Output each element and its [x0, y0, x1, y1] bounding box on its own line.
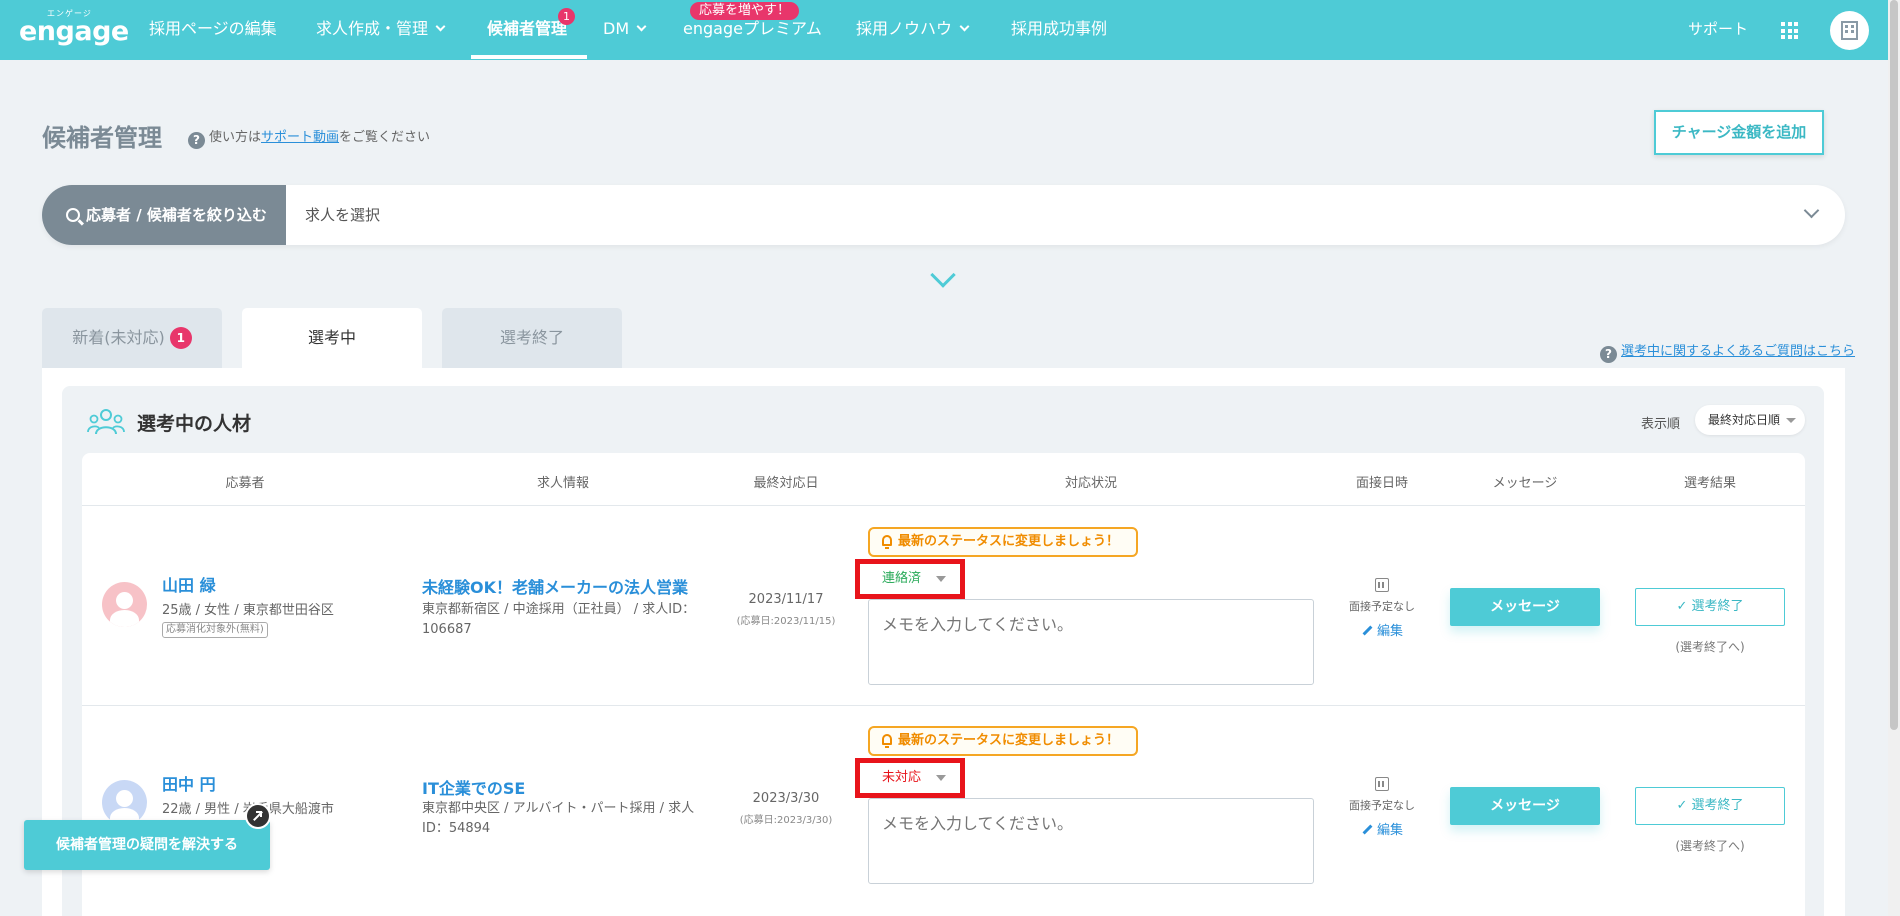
bell-icon: [882, 734, 892, 748]
bell-icon: [882, 535, 892, 549]
tab-in-selection[interactable]: 選考中: [242, 308, 422, 368]
chevron-down-icon: [959, 21, 970, 32]
applied-date: (応募日:2023/11/15): [736, 616, 836, 627]
nav-support[interactable]: サポート: [1688, 0, 1748, 60]
memo-input[interactable]: [868, 798, 1314, 884]
status-select[interactable]: 連絡済: [855, 559, 965, 599]
help-icon: ?: [1600, 346, 1617, 363]
finish-selection-note: (選考終了へ): [1675, 640, 1745, 654]
last-action-date: 2023/11/17: [748, 592, 824, 607]
memo-input[interactable]: [868, 599, 1314, 685]
edit-interview-link[interactable]: 編集: [1362, 819, 1403, 838]
job-title-link[interactable]: IT企業でのSE: [422, 775, 525, 799]
candidate-name[interactable]: 山田 緑: [162, 572, 216, 596]
section-title: 選考中の人材: [137, 413, 252, 435]
applied-date: (応募日:2023/3/30): [739, 815, 833, 826]
header-selection-result: 選考結果: [1683, 476, 1737, 491]
page-title: 候補者管理: [42, 124, 162, 152]
interview-none: 面接予定なし: [1349, 799, 1415, 812]
expand-filters-chevron-icon[interactable]: [930, 262, 956, 288]
row-divider: [82, 705, 1805, 706]
nav-recruit-page-edit[interactable]: 採用ページの編集: [149, 0, 277, 60]
job-meta: 東京都新宿区 / 中途採用（正社員） / 求人ID：106687: [422, 602, 696, 637]
help-line: ? 使い方はサポート動画をご覧ください: [188, 126, 430, 149]
job-meta: 東京都中央区 / アルバイト・パート採用 / 求人ID：54894: [422, 801, 695, 836]
avatar-female: [102, 582, 147, 627]
free-tag: 応募消化対象外(無料): [162, 622, 268, 638]
chevron-down-icon: [435, 21, 446, 32]
header-message: メッセージ: [1492, 476, 1558, 491]
nav-candidate-management[interactable]: 候補者管理: [487, 0, 567, 60]
job-title-link[interactable]: 未経験OK！老舗メーカーの法人営業: [422, 574, 688, 598]
nav-success-cases[interactable]: 採用成功事例: [1011, 0, 1107, 60]
header-status: 対応状況: [1064, 476, 1118, 491]
nav-recruit-knowhow[interactable]: 採用ノウハウ: [856, 0, 970, 60]
header-applicant: 応募者: [225, 476, 265, 491]
calendar-icon: [1375, 578, 1389, 592]
finish-selection-button[interactable]: ✓ 選考終了: [1635, 787, 1785, 825]
status-alert: 最新のステータスに変更しましょう！: [868, 726, 1138, 756]
avatar-male: [102, 780, 147, 825]
sort-select[interactable]: 最終対応日順: [1695, 405, 1805, 435]
edit-interview-link[interactable]: 編集: [1362, 620, 1403, 639]
add-charge-button[interactable]: チャージ金額を追加: [1654, 110, 1824, 155]
tab-selection-ended[interactable]: 選考終了: [442, 308, 622, 368]
apps-grid-icon[interactable]: [1781, 22, 1798, 39]
nav-job-management[interactable]: 求人作成・管理: [316, 0, 446, 60]
logo-text: engage: [19, 16, 129, 47]
candidate-meta: 25歳 / 女性 / 東京都世田谷区: [162, 603, 334, 618]
interview-none: 面接予定なし: [1349, 600, 1415, 613]
candidate-name[interactable]: 田中 円: [162, 771, 216, 795]
search-icon: [66, 208, 80, 222]
support-video-link[interactable]: サポート動画: [261, 130, 339, 145]
last-action-date: 2023/3/30: [752, 791, 820, 806]
chevron-down-icon[interactable]: [1803, 202, 1820, 219]
message-button[interactable]: メッセージ: [1450, 588, 1600, 626]
nav-engage-premium[interactable]: engageプレミアム: [683, 0, 822, 60]
status-select[interactable]: 未対応: [855, 758, 965, 798]
filter-candidates-button[interactable]: 応募者 / 候補者を絞り込む: [42, 185, 286, 245]
finish-selection-note: (選考終了へ): [1675, 839, 1745, 853]
header-interview-date: 面接日時: [1355, 476, 1409, 491]
job-select[interactable]: 求人を選択: [305, 185, 380, 245]
people-icon: [87, 409, 125, 435]
finish-selection-button[interactable]: ✓ 選考終了: [1635, 588, 1785, 626]
help-widget-button[interactable]: 候補者管理の疑問を解決する: [24, 820, 270, 870]
candidate-nav-badge: 1: [558, 8, 575, 25]
filter-bar: 応募者 / 候補者を絞り込む 求人を選択: [42, 185, 1845, 245]
active-nav-indicator: [471, 55, 587, 59]
caret-down-icon: [936, 576, 946, 582]
chevron-down-icon: [636, 21, 647, 32]
nav-dm[interactable]: DM: [603, 0, 647, 60]
tab-new-unhandled[interactable]: 新着(未対応) 1: [42, 308, 222, 368]
collapse-arrows-icon[interactable]: [245, 803, 271, 829]
header-job-info: 求人情報: [536, 476, 590, 491]
pencil-icon: [1362, 625, 1373, 636]
scrollbar-thumb[interactable]: [1890, 0, 1898, 730]
top-nav: エンゲージ engage 採用ページの編集 求人作成・管理 候補者管理 1 DM…: [0, 0, 1900, 60]
header-last-action-date: 最終対応日: [753, 476, 819, 491]
calendar-icon: [1375, 777, 1389, 791]
message-button[interactable]: メッセージ: [1450, 787, 1600, 825]
tab-new-badge: 1: [169, 327, 192, 349]
faq-link[interactable]: ? 選考中に関するよくあるご質問はこちら: [1600, 340, 1855, 363]
status-alert: 最新のステータスに変更しましょう！: [868, 527, 1138, 557]
caret-down-icon: [936, 775, 946, 781]
company-account-icon[interactable]: [1830, 11, 1869, 50]
table-header-divider: [82, 505, 1805, 506]
help-icon: ?: [188, 132, 205, 149]
pencil-icon: [1362, 824, 1373, 835]
sort-label: 表示順: [1641, 417, 1681, 432]
